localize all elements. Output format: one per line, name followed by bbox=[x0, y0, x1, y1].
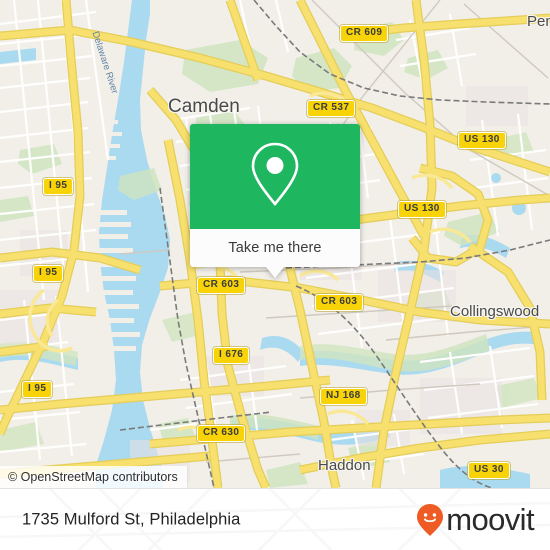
popup-action-area[interactable]: Take me there bbox=[190, 229, 360, 267]
route-shield: US 130 bbox=[398, 201, 446, 218]
map-pin-icon bbox=[249, 141, 301, 212]
location-popup-card[interactable]: Take me there bbox=[190, 124, 360, 278]
route-shield: CR 603 bbox=[315, 294, 364, 311]
attribution-text: © OpenStreetMap contributors bbox=[8, 470, 178, 484]
route-shield: NJ 168 bbox=[320, 388, 367, 405]
route-shield: CR 603 bbox=[197, 277, 246, 294]
map-attribution[interactable]: © OpenStreetMap contributors bbox=[0, 466, 188, 488]
moovit-wordmark: moovit bbox=[446, 502, 534, 537]
route-shield: I 95 bbox=[43, 178, 74, 195]
moovit-pin-icon bbox=[417, 503, 444, 536]
route-shield: CR 537 bbox=[307, 100, 356, 117]
route-shield: I 676 bbox=[213, 347, 250, 364]
route-shield: I 95 bbox=[33, 265, 64, 282]
map-screenshot: Delaware River Camden Collingswood Haddon P… bbox=[0, 0, 550, 550]
popup-pointer bbox=[266, 267, 284, 278]
popup-image-area bbox=[190, 124, 360, 229]
address-label: 1735 Mulford St, Philadelphia bbox=[22, 510, 241, 528]
route-shield: US 130 bbox=[458, 132, 506, 149]
map-canvas[interactable]: Delaware River Camden Collingswood Haddon P… bbox=[0, 0, 550, 488]
route-shield: CR 609 bbox=[340, 25, 389, 42]
take-me-there-label: Take me there bbox=[228, 240, 322, 256]
footer-bar: 1735 Mulford St, Philadelphia moovit bbox=[0, 488, 550, 550]
route-shield: I 95 bbox=[22, 381, 53, 398]
moovit-logo[interactable]: moovit bbox=[415, 502, 535, 537]
route-shield: US 30 bbox=[468, 462, 510, 479]
route-shield: CR 630 bbox=[197, 425, 246, 442]
